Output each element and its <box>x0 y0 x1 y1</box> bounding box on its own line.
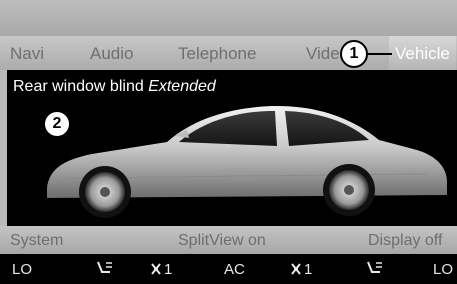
left-fan-speed[interactable]: 1 <box>164 254 172 284</box>
menu-item-vehicle[interactable]: Vehicle <box>389 36 456 70</box>
function-bar: System SplitView on Display off <box>0 226 457 254</box>
system-button[interactable]: System <box>10 226 63 256</box>
seat-airflow-icon[interactable] <box>364 260 386 278</box>
menu-item-navi[interactable]: Navi <box>10 36 44 70</box>
ac-button[interactable]: AC <box>224 254 245 284</box>
fan-icon <box>291 263 301 275</box>
display-off-button[interactable]: Display off <box>368 226 442 256</box>
callout-2: 2 <box>43 110 71 138</box>
callout-1-leader <box>366 53 392 55</box>
car-illustration <box>47 105 447 218</box>
command-display: Navi Audio Telephone Vide Vehicle Rear w… <box>0 0 457 284</box>
left-temperature[interactable]: LO <box>12 254 32 284</box>
menu-item-telephone[interactable]: Telephone <box>178 36 256 70</box>
vehicle-display: Rear window blind Extended 2 <box>7 70 457 226</box>
right-fan-speed[interactable]: 1 <box>304 254 312 284</box>
menu-item-video[interactable]: Vide <box>306 36 340 70</box>
right-temperature[interactable]: LO <box>433 254 453 284</box>
menu-item-audio[interactable]: Audio <box>90 36 133 70</box>
climate-bar: LO 1 AC 1 LO <box>0 254 457 284</box>
callout-1: 1 <box>340 40 368 68</box>
seat-airflow-icon[interactable] <box>94 260 116 278</box>
status-bar <box>0 0 457 36</box>
splitview-button[interactable]: SplitView on <box>178 226 266 256</box>
fan-icon <box>151 263 161 275</box>
